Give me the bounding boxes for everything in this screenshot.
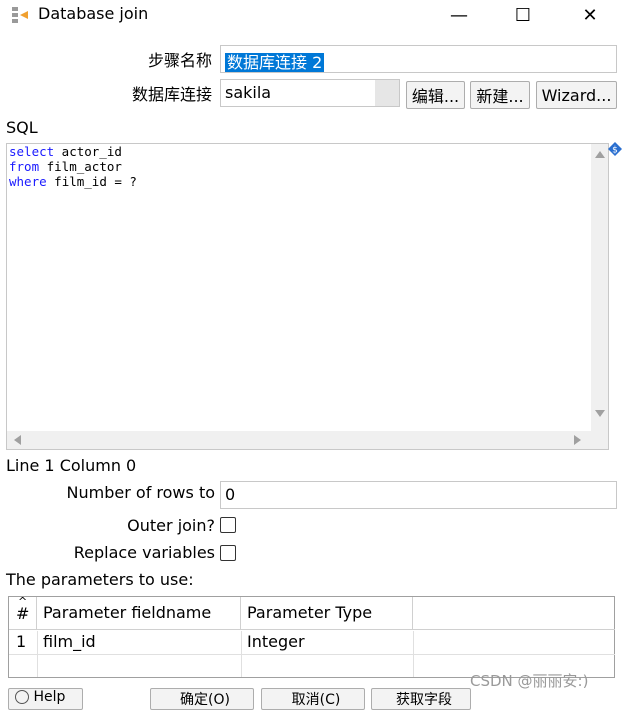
cancel-button[interactable]: 取消(C) <box>261 688 365 710</box>
sql-code[interactable]: select actor_id from film_actor where film… <box>9 144 137 189</box>
close-icon: ✕ <box>582 4 598 26</box>
scroll-right-icon[interactable] <box>574 435 581 445</box>
table-row[interactable]: 1 film_id Integer <box>9 631 615 655</box>
column-divider <box>413 631 414 677</box>
sql-horizontal-scrollbar[interactable] <box>7 431 593 449</box>
maximize-icon: ☐ <box>514 4 532 26</box>
get-fields-button[interactable]: 获取字段 <box>371 688 471 710</box>
scrollbar-corner <box>591 431 608 449</box>
connection-value: sakila <box>225 83 272 102</box>
row-fieldname[interactable]: film_id <box>43 632 96 651</box>
sql-label: SQL <box>6 118 38 137</box>
new-connection-button[interactable]: 新建... <box>470 81 530 109</box>
step-name-input[interactable]: 数据库连接 2 <box>220 45 617 73</box>
sql-vertical-scrollbar[interactable] <box>591 144 608 431</box>
outer-join-label: Outer join? <box>127 516 215 535</box>
variable-diamond-icon: $ <box>608 141 622 156</box>
title-bar: Database join — ☐ ✕ <box>0 0 627 30</box>
row-type[interactable]: Integer <box>247 632 305 651</box>
sql-keyword: from <box>9 159 40 174</box>
ok-button[interactable]: 确定(O) <box>150 688 254 710</box>
sql-keyword: where <box>9 174 47 189</box>
help-button[interactable]: Help <box>8 688 83 710</box>
sql-text-fragment: film_id = ? <box>46 174 137 189</box>
sql-editor[interactable]: select actor_id from film_actor where film… <box>6 143 609 450</box>
row-number: 1 <box>16 632 27 651</box>
step-name-label: 步骤名称 <box>147 51 212 70</box>
dropdown-arrow-icon[interactable] <box>375 80 399 106</box>
sql-text-fragment: film_actor <box>39 159 122 174</box>
replace-variables-checkbox[interactable] <box>220 545 236 561</box>
scroll-up-icon[interactable] <box>595 151 605 158</box>
scroll-down-icon[interactable] <box>595 410 605 417</box>
parameters-table[interactable]: ^ # Parameter fieldname Parameter Type 1… <box>8 595 615 678</box>
sql-keyword: select <box>9 144 55 159</box>
maximize-button[interactable]: ☐ <box>500 0 546 30</box>
column-divider <box>241 631 242 677</box>
sql-line[interactable]: select actor_id <box>9 144 137 159</box>
column-header-type[interactable]: Parameter Type <box>241 597 413 630</box>
edit-connection-button[interactable]: 编辑... <box>406 81 465 109</box>
replace-variables-label: Replace variables <box>73 543 215 562</box>
sql-line[interactable]: where film_id = ? <box>9 174 137 189</box>
column-header-fieldname[interactable]: Parameter fieldname <box>37 597 241 630</box>
svg-text:$: $ <box>612 146 618 156</box>
connection-select[interactable]: sakila <box>220 79 400 107</box>
minimize-icon: — <box>450 4 468 26</box>
close-button[interactable]: ✕ <box>567 0 613 30</box>
outer-join-checkbox[interactable] <box>220 517 236 533</box>
step-name-value: 数据库连接 2 <box>225 53 325 72</box>
cursor-position: Line 1 Column 0 <box>6 456 137 475</box>
column-divider <box>37 631 38 677</box>
sql-text-fragment: actor_id <box>54 144 122 159</box>
connection-label: 数据库连接 <box>131 85 212 104</box>
column-header-number[interactable]: ^ # <box>9 595 37 630</box>
window-title: Database join <box>38 4 149 23</box>
rows-input[interactable]: 0 <box>220 481 617 509</box>
database-join-icon <box>10 6 30 24</box>
scroll-left-icon[interactable] <box>14 435 21 445</box>
minimize-button[interactable]: — <box>436 0 482 30</box>
column-header-empty <box>413 597 615 630</box>
watermark: CSDN @丽丽安:) <box>470 672 589 690</box>
help-icon <box>15 690 29 704</box>
parameters-label: The parameters to use: <box>6 570 194 589</box>
rows-label: Number of rows to <box>66 483 215 502</box>
sql-line[interactable]: from film_actor <box>9 159 137 174</box>
wizard-button[interactable]: Wizard... <box>536 81 617 109</box>
